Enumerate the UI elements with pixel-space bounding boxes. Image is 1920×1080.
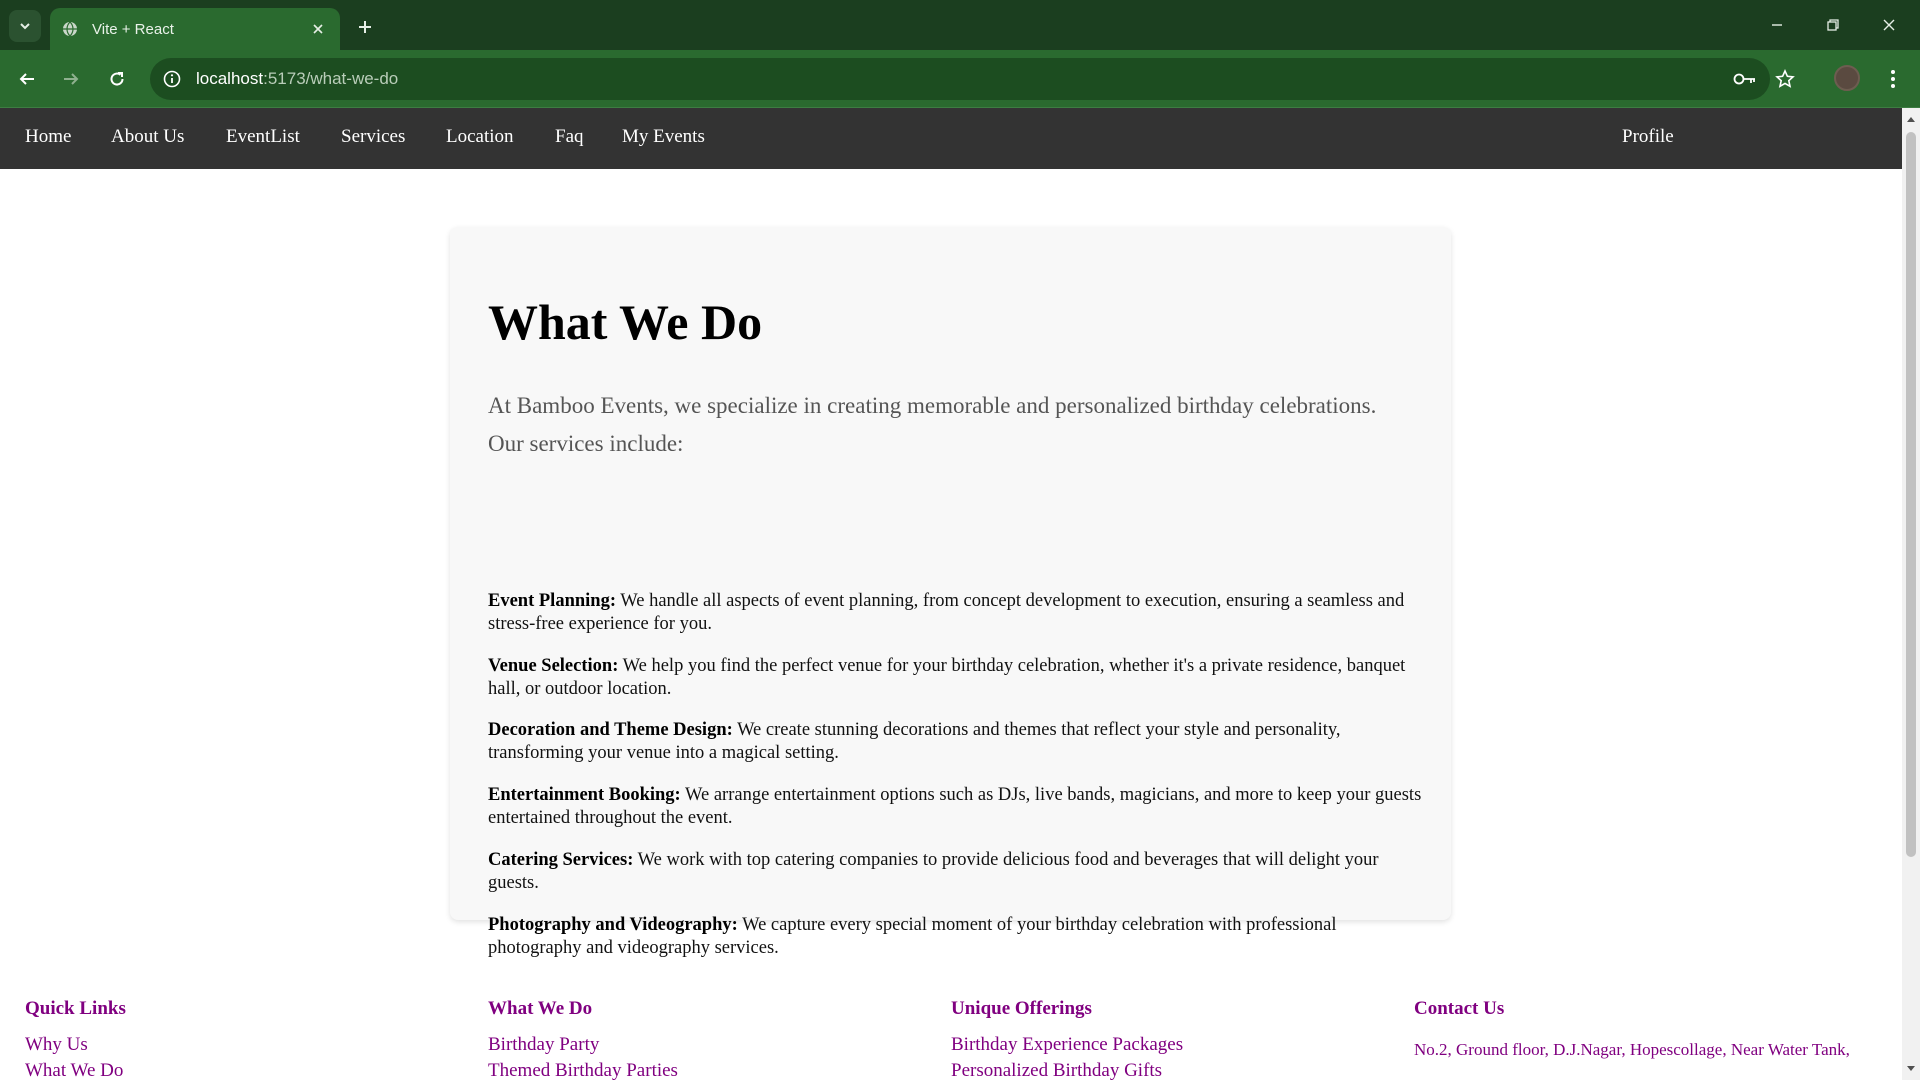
tab-title: Vite + React xyxy=(92,20,174,38)
close-window-button[interactable] xyxy=(1866,10,1912,40)
arrow-left-icon xyxy=(19,73,34,85)
minimize-button[interactable] xyxy=(1754,10,1800,40)
service-item: Catering Services: We work with top cate… xyxy=(488,849,1423,895)
restore-icon xyxy=(1827,19,1839,31)
address-bar[interactable]: localhost:5173/what-we-do xyxy=(150,58,1770,100)
intro-paragraph: At Bamboo Events, we specialize in creat… xyxy=(488,393,1377,456)
forward-button[interactable] xyxy=(56,64,86,94)
footer-heading: What We Do xyxy=(488,998,593,1019)
more-vertical-icon xyxy=(1891,70,1895,88)
browser-menu-button[interactable] xyxy=(1878,64,1908,94)
bookmark-button[interactable] xyxy=(1770,64,1800,94)
reload-button[interactable] xyxy=(102,64,132,94)
footer-quick-links: Quick Links Why Us What We Do xyxy=(25,998,126,1080)
footer-contact: Contact Us No.2, Ground floor, D.J.Nagar… xyxy=(1414,998,1850,1060)
service-name: Event Planning: xyxy=(488,591,616,611)
footer-unique-offerings: Unique Offerings Birthday Experience Pac… xyxy=(951,998,1183,1080)
star-icon xyxy=(1775,69,1795,88)
scrollbar-thumb[interactable] xyxy=(1906,132,1916,857)
service-name: Decoration and Theme Design: xyxy=(488,720,733,740)
page-scrollbar[interactable] xyxy=(1902,108,1920,1080)
nav-faq[interactable]: Faq xyxy=(555,126,584,148)
restore-button[interactable] xyxy=(1810,10,1856,40)
close-icon xyxy=(1883,19,1895,31)
service-name: Entertainment Booking: xyxy=(488,785,681,805)
service-item: Decoration and Theme Design: We create s… xyxy=(488,719,1423,765)
browser-tab[interactable]: Vite + React xyxy=(50,8,340,50)
nav-eventlist[interactable]: EventList xyxy=(226,126,300,148)
footer-link-birthday-party[interactable]: Birthday Party xyxy=(488,1034,678,1056)
page-title: What We Do xyxy=(488,294,763,350)
url-host: localhost xyxy=(196,69,264,88)
browser-tabstrip: Vite + React xyxy=(0,0,1920,50)
site-footer: Quick Links Why Us What We Do What We Do… xyxy=(0,998,1902,1080)
key-icon xyxy=(1733,73,1755,85)
nav-location[interactable]: Location xyxy=(446,126,514,148)
minimize-icon xyxy=(1772,24,1782,26)
new-tab-button[interactable] xyxy=(352,14,378,40)
nav-home[interactable]: Home xyxy=(25,126,71,148)
globe-icon xyxy=(63,21,77,37)
arrow-right-icon xyxy=(64,73,79,85)
footer-heading: Quick Links xyxy=(25,998,126,1019)
reload-icon xyxy=(110,72,124,86)
service-item: Event Planning: We handle all aspects of… xyxy=(488,590,1423,636)
footer-link-themed-parties[interactable]: Themed Birthday Parties xyxy=(488,1060,678,1080)
url-path: :5173/what-we-do xyxy=(263,69,399,88)
footer-heading: Unique Offerings xyxy=(951,998,1092,1019)
footer-link-personalized-gifts[interactable]: Personalized Birthday Gifts xyxy=(951,1060,1183,1080)
service-description: We help you find the perfect venue for y… xyxy=(488,656,1406,699)
scroll-down-arrow-icon[interactable] xyxy=(1906,1064,1916,1074)
service-item: Photography and Videography: We capture … xyxy=(488,914,1423,960)
site-navbar: Home About Us EventList Services Locatio… xyxy=(0,108,1902,169)
service-item: Venue Selection: We help you find the pe… xyxy=(488,655,1423,701)
profile-avatar[interactable] xyxy=(1834,65,1860,91)
password-key-button[interactable] xyxy=(1730,64,1760,94)
footer-link-experience-packages[interactable]: Birthday Experience Packages xyxy=(951,1034,1183,1056)
page-viewport: Home About Us EventList Services Locatio… xyxy=(0,108,1902,1080)
what-we-do-card: What We Do At Bamboo Events, we speciali… xyxy=(450,227,1451,958)
browser-toolbar: localhost:5173/what-we-do xyxy=(0,50,1920,108)
service-name: Photography and Videography: xyxy=(488,915,738,935)
chevron-down-icon xyxy=(20,23,30,30)
scroll-up-arrow-icon[interactable] xyxy=(1906,114,1916,124)
service-item: Entertainment Booking: We arrange entert… xyxy=(488,784,1423,830)
nav-about-us[interactable]: About Us xyxy=(111,126,184,148)
nav-services[interactable]: Services xyxy=(341,126,405,148)
service-description: We handle all aspects of event planning,… xyxy=(488,591,1405,634)
footer-address: No.2, Ground floor, D.J.Nagar, Hopescoll… xyxy=(1414,1040,1850,1059)
site-info-icon[interactable] xyxy=(162,69,182,89)
nav-profile[interactable]: Profile xyxy=(1622,126,1674,148)
service-name: Catering Services: xyxy=(488,850,634,870)
url-text: localhost:5173/what-we-do xyxy=(196,69,398,89)
footer-what-we-do: What We Do Birthday Party Themed Birthda… xyxy=(488,998,678,1080)
footer-heading: Contact Us xyxy=(1414,998,1505,1019)
tab-search-button[interactable] xyxy=(9,10,41,42)
plus-icon xyxy=(359,21,371,33)
footer-link-what-we-do[interactable]: What We Do xyxy=(25,1060,126,1080)
nav-my-events[interactable]: My Events xyxy=(622,126,705,148)
back-button[interactable] xyxy=(12,64,42,94)
footer-link-why-us[interactable]: Why Us xyxy=(25,1034,126,1056)
tab-close-icon[interactable] xyxy=(308,19,328,39)
service-name: Venue Selection: xyxy=(488,656,619,676)
